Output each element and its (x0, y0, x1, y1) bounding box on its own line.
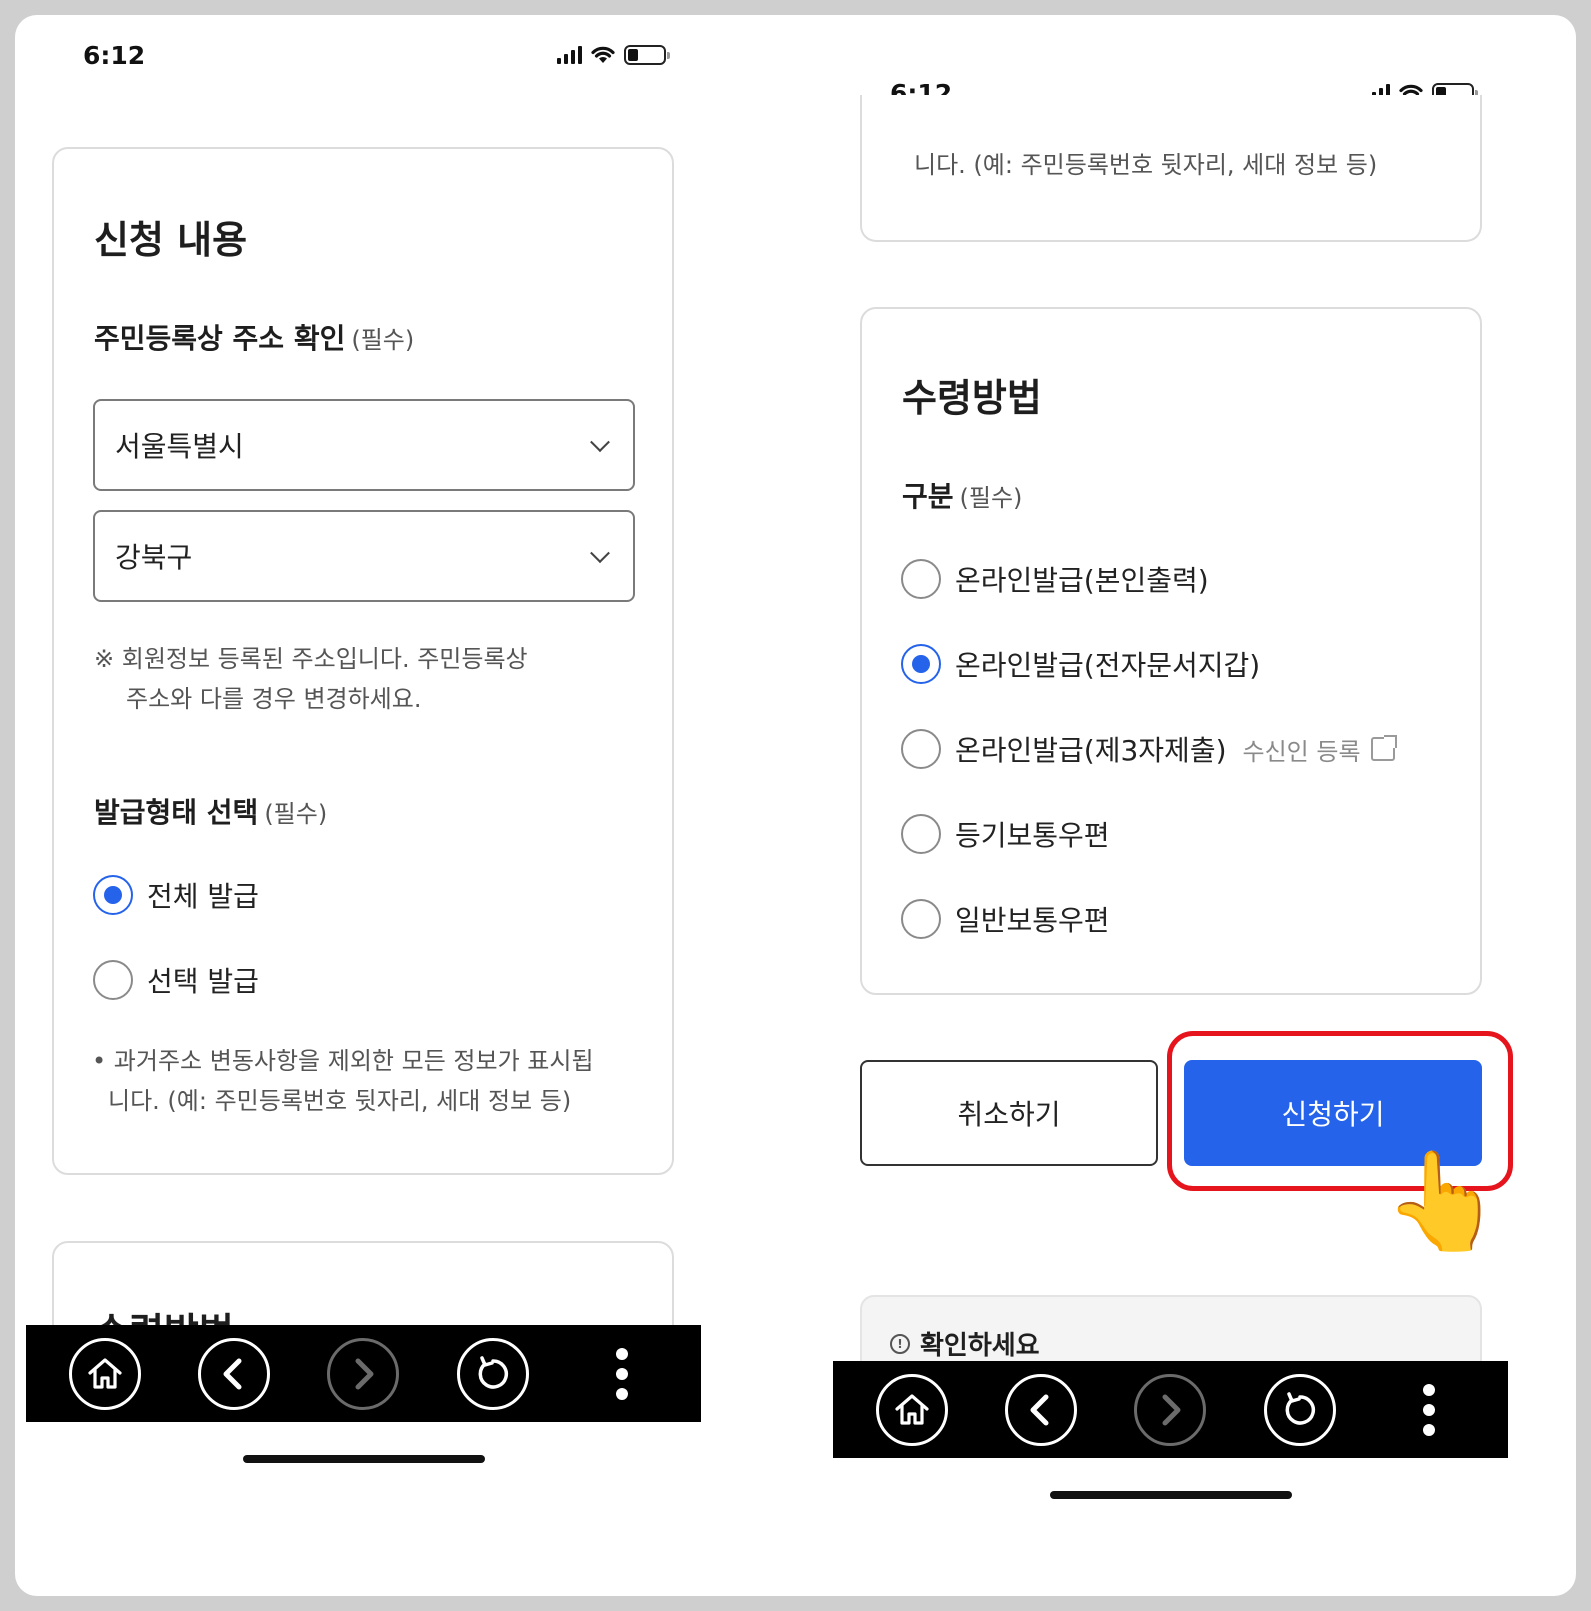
radio-online-e-wallet[interactable]: 온라인발급(전자문서지갑) (901, 644, 1260, 684)
home-indicator (1050, 1491, 1292, 1499)
issue-bullet-note: • 과거주소 변동사항을 제외한 모든 정보가 표시됩 니다. (예: 주민등록… (92, 1047, 594, 1115)
home-indicator (243, 1455, 485, 1463)
application-content-card: 신청 내용 주민등록상 주소 확인 (필수) 서울특별시 강북구 ※ 회원정보 등… (52, 147, 674, 1175)
radio-full-issue[interactable]: 전체 발급 (93, 875, 259, 915)
radio-button-selected[interactable] (901, 644, 941, 684)
back-icon (223, 1358, 242, 1389)
category-label: 구분 (필수) (902, 480, 1023, 513)
address-note: ※ 회원정보 등록된 주소입니다. 주민등록상 주소와 다를 경우 변경하세요. (94, 645, 528, 713)
card-title: 신청 내용 (94, 218, 248, 262)
more-button[interactable] (1393, 1374, 1465, 1446)
home-icon (895, 1393, 929, 1425)
back-icon (1030, 1394, 1049, 1425)
refresh-icon (478, 1355, 508, 1389)
back-button[interactable] (1005, 1373, 1078, 1446)
status-bar: 6:12 (15, 41, 815, 81)
status-icons (557, 45, 670, 65)
forward-button[interactable] (1134, 1373, 1207, 1446)
radio-select-issue[interactable]: 선택 발급 (93, 960, 259, 1000)
forward-icon (355, 1358, 374, 1389)
address-confirm-label: 주민등록상 주소 확인 (필수) (94, 322, 415, 355)
radio-button[interactable] (93, 960, 133, 1000)
status-time: 6:12 (83, 41, 146, 70)
signal-icon (557, 46, 582, 64)
radio-button[interactable] (901, 729, 941, 769)
refresh-button[interactable] (456, 1337, 529, 1410)
radio-registered-mail[interactable]: 등기보통우편 (901, 814, 1110, 854)
more-button[interactable] (586, 1338, 658, 1410)
browser-nav-bar (26, 1325, 701, 1422)
chevron-down-icon (590, 543, 610, 564)
radio-button[interactable] (901, 899, 941, 939)
district-select-value: 강북구 (115, 541, 193, 574)
radio-regular-mail[interactable]: 일반보통우편 (901, 899, 1110, 939)
home-icon (88, 1357, 122, 1389)
radio-button[interactable] (901, 559, 941, 599)
info-icon: ! (890, 1333, 910, 1354)
forward-icon (1162, 1394, 1181, 1425)
district-select[interactable]: 강북구 (93, 510, 635, 602)
pointing-hand-icon: 👆 (1383, 1145, 1503, 1257)
radio-button[interactable] (901, 814, 941, 854)
forward-button[interactable] (327, 1337, 400, 1410)
cancel-button[interactable]: 취소하기 (860, 1060, 1158, 1166)
home-button[interactable] (875, 1373, 948, 1446)
city-select-value: 서울특별시 (115, 430, 244, 463)
application-content-card-bottom: 니다. (예: 주민등록번호 뒷자리, 세대 정보 등) (860, 95, 1482, 242)
recipient-register-link[interactable]: 수신인 등록 (1243, 732, 1397, 767)
issue-type-label: 발급형태 선택 (필수) (94, 796, 328, 829)
right-phone-screen: 6:12 니다. (예: 주민등록번호 뒷자리, 세대 정보 등) 수령방법 구… (815, 15, 1576, 1596)
external-link-icon (1370, 735, 1397, 761)
chevron-down-icon (590, 432, 610, 453)
left-phone-screen: 6:12 신청 내용 주민등록상 주소 확인 (필수) 서울특별시 강북구 ※ 회… (15, 15, 815, 1596)
home-button[interactable] (68, 1337, 141, 1410)
browser-nav-bar (833, 1361, 1508, 1458)
radio-online-self-print[interactable]: 온라인발급(본인출력) (901, 559, 1209, 599)
city-select[interactable]: 서울특별시 (93, 399, 635, 491)
issue-bullet-note: 니다. (예: 주민등록번호 뒷자리, 세대 정보 등) (914, 151, 1378, 179)
screenshot-frame: 6:12 신청 내용 주민등록상 주소 확인 (필수) 서울특별시 강북구 ※ 회… (15, 15, 1576, 1596)
radio-online-third-party[interactable]: 온라인발급(제3자제출) 수신인 등록 (901, 729, 1397, 769)
wifi-icon (591, 46, 615, 63)
battery-icon (624, 45, 670, 65)
card-title: 수령방법 (902, 376, 1042, 420)
back-button[interactable] (198, 1337, 271, 1410)
refresh-button[interactable] (1263, 1373, 1336, 1446)
confirm-title: ! 확인하세요 (890, 1325, 1040, 1362)
refresh-icon (1285, 1391, 1315, 1425)
receive-method-card: 수령방법 구분 (필수) 온라인발급(본인출력) 온라인발급(전자문서지갑) 온라… (860, 307, 1482, 995)
radio-button-selected[interactable] (93, 875, 133, 915)
